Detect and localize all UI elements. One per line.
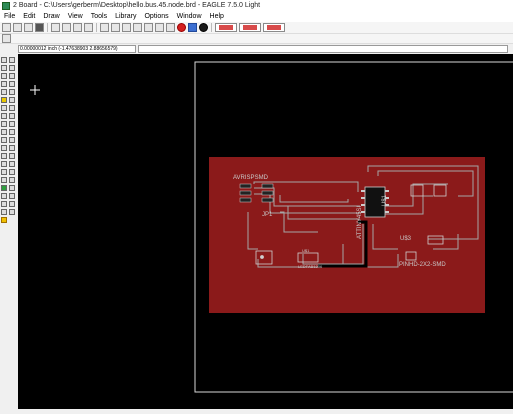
group-tool-icon[interactable] — [1, 89, 7, 95]
eagle-ad-2[interactable] — [239, 23, 261, 32]
eagle-ad-3[interactable] — [263, 23, 285, 32]
led-ref-label: U$1 — [302, 248, 310, 253]
u3-label: U$3 — [400, 236, 412, 242]
miter-tool-icon[interactable] — [9, 129, 15, 135]
layer-toolbar — [0, 34, 513, 44]
menu-view[interactable]: View — [64, 13, 87, 20]
help-icon[interactable] — [199, 23, 208, 32]
zoom-select-icon[interactable] — [144, 23, 153, 32]
cam-icon[interactable] — [35, 23, 44, 32]
grid-icon[interactable] — [2, 34, 11, 43]
arc-tool-icon[interactable] — [9, 161, 15, 167]
board-icon[interactable] — [51, 23, 60, 32]
menu-file[interactable]: File — [0, 13, 19, 20]
move-tool-icon[interactable] — [1, 73, 7, 79]
crosshair-cursor — [30, 85, 40, 95]
print-icon[interactable] — [24, 23, 33, 32]
polygon-tool-icon[interactable] — [9, 169, 15, 175]
open-icon[interactable] — [2, 23, 11, 32]
command-toolbar: 0.00000012 inch (-1.47638903 2.88656579) — [0, 44, 513, 54]
dimension-tool-icon[interactable] — [1, 193, 7, 199]
hole-tool-icon[interactable] — [1, 185, 7, 191]
signal-tool-icon[interactable] — [9, 177, 15, 183]
show-tool-icon[interactable] — [9, 57, 15, 63]
script-icon[interactable] — [84, 23, 93, 32]
smash-tool-icon[interactable] — [1, 129, 7, 135]
text-tool-icon[interactable] — [9, 153, 15, 159]
attiny-label: ATTINY45SI — [357, 205, 363, 239]
route-tool-icon[interactable] — [1, 145, 7, 151]
menu-options[interactable]: Options — [140, 13, 172, 20]
attribute-tool-icon[interactable] — [9, 185, 15, 191]
optimize-tool-icon[interactable] — [9, 137, 15, 143]
wire-tool-icon[interactable] — [1, 153, 7, 159]
command-line-input[interactable] — [138, 45, 508, 53]
rotate-tool-icon[interactable] — [9, 81, 15, 87]
led-label: LEDFAB1206 — [298, 264, 323, 269]
paste-tool-icon[interactable] — [1, 97, 7, 103]
redo-icon[interactable] — [166, 23, 175, 32]
circle-tool-icon[interactable] — [1, 161, 7, 167]
menu-window[interactable]: Window — [173, 13, 206, 20]
u1-chip-label: U$1 — [382, 194, 388, 206]
undo-icon[interactable] — [155, 23, 164, 32]
stop-icon[interactable] — [177, 23, 186, 32]
menu-help[interactable]: Help — [206, 13, 228, 20]
menu-tools[interactable]: Tools — [87, 13, 111, 20]
rect-tool-icon[interactable] — [1, 169, 7, 175]
zoom-redraw-icon[interactable] — [133, 23, 142, 32]
menu-edit[interactable]: Edit — [19, 13, 39, 20]
drc-tool-icon[interactable] — [9, 201, 15, 207]
schematic-icon[interactable] — [62, 23, 71, 32]
ratsnest-tool-icon[interactable] — [9, 193, 15, 199]
mirror-tool-icon[interactable] — [1, 81, 7, 87]
mark-tool-icon[interactable] — [9, 65, 15, 71]
menu-bar: File Edit Draw View Tools Library Option… — [0, 11, 513, 22]
board-drawing: AVRISPSMD JP1 ATTINY45SI U$1 U$3 PINHD-2… — [30, 61, 513, 393]
autorouter-tool-icon[interactable] — [1, 201, 7, 207]
window-title: 2 Board - C:\Users\gerberm\Desktop\hello… — [13, 2, 261, 9]
replace-tool-icon[interactable] — [1, 113, 7, 119]
copy-tool-icon[interactable] — [9, 73, 15, 79]
menu-draw[interactable]: Draw — [39, 13, 63, 20]
ripup-tool-icon[interactable] — [9, 145, 15, 151]
via-tool-icon[interactable] — [1, 177, 7, 183]
board-canvas[interactable]: AVRISPSMD JP1 ATTINY45SI U$1 U$3 PINHD-2… — [18, 54, 513, 409]
menu-library[interactable]: Library — [111, 13, 140, 20]
delete-tool-icon[interactable] — [9, 97, 15, 103]
add-tool-icon[interactable] — [1, 105, 7, 111]
zoom-in-icon[interactable] — [111, 23, 120, 32]
main-toolbar — [0, 22, 513, 34]
zoom-out-icon[interactable] — [122, 23, 131, 32]
left-tool-palette — [0, 54, 18, 414]
zoom-fit-icon[interactable] — [100, 23, 109, 32]
split-tool-icon[interactable] — [1, 137, 7, 143]
title-bar: 2 Board - C:\Users\gerberm\Desktop\hello… — [0, 0, 513, 11]
errors-tool-icon[interactable] — [1, 209, 7, 215]
pinhd-label: PINHD-2X2-SMD — [399, 262, 446, 268]
change-tool-icon[interactable] — [9, 89, 15, 95]
go-icon[interactable] — [188, 23, 197, 32]
save-icon[interactable] — [13, 23, 22, 32]
toolbar-divider — [47, 23, 48, 32]
coordinate-display: 0.00000012 inch (-1.47638903 2.88656579) — [18, 45, 136, 53]
pinswap-tool-icon[interactable] — [9, 105, 15, 111]
eagle-ad-1[interactable] — [215, 23, 237, 32]
toolbar-divider — [211, 23, 212, 32]
warning-icon[interactable] — [1, 217, 7, 223]
info-tool-icon[interactable] — [1, 57, 7, 63]
avrisp-label: AVRISPSMD — [233, 175, 269, 181]
lock-tool-icon[interactable] — [9, 113, 15, 119]
eagle-app-icon — [2, 1, 10, 10]
erc-tool-icon[interactable] — [9, 209, 15, 215]
name-tool-icon[interactable] — [1, 121, 7, 127]
jp1-label: JP1 — [262, 212, 273, 218]
toolbar-divider — [96, 23, 97, 32]
status-bar — [0, 409, 513, 414]
display-tool-icon[interactable] — [1, 65, 7, 71]
value-tool-icon[interactable] — [9, 121, 15, 127]
ulp-icon[interactable] — [73, 23, 82, 32]
